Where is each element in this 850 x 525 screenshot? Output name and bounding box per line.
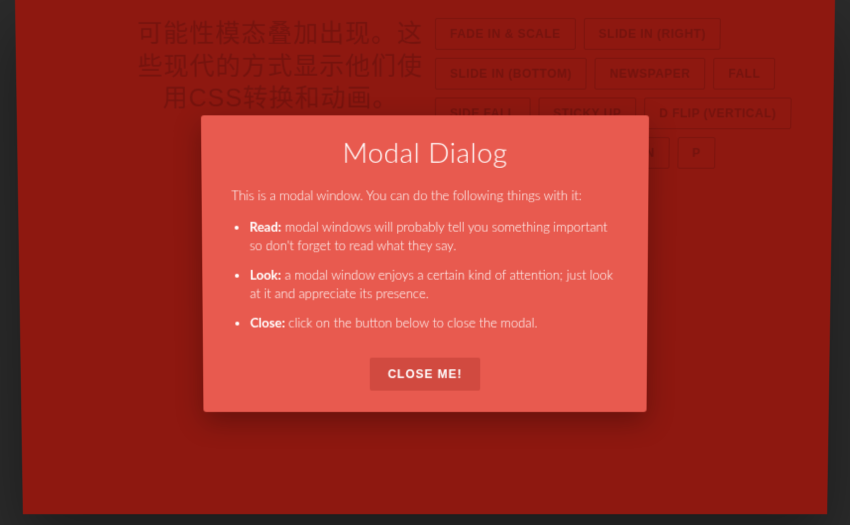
list-item: Close: click on the button below to clos… <box>250 313 618 332</box>
close-button[interactable]: CLOSE ME! <box>370 358 480 391</box>
list-item-label: Read: <box>249 218 281 234</box>
modal-intro: This is a modal window. You can do the f… <box>231 186 618 205</box>
list-item-text: click on the button below to close the m… <box>288 314 537 330</box>
modal-footer: CLOSE ME! <box>203 348 647 412</box>
modal-list: Read: modal windows will probably tell y… <box>232 217 619 332</box>
list-item-text: modal windows will probably tell you som… <box>250 218 608 253</box>
list-item-label: Close: <box>250 314 285 330</box>
list-item-label: Look: <box>250 266 281 282</box>
page-stage: 可能性模态叠加出现。这些现代的方式显示他们使用CSS转换和动画。 FADE IN… <box>15 0 835 514</box>
list-item: Read: modal windows will probably tell y… <box>249 217 618 255</box>
list-item-text: a modal window enjoys a certain kind of … <box>250 266 613 301</box>
modal-dialog: Modal Dialog This is a modal window. You… <box>201 115 649 412</box>
list-item: Look: a modal window enjoys a certain ki… <box>250 265 618 303</box>
modal-body: This is a modal window. You can do the f… <box>201 169 648 348</box>
modal-title: Modal Dialog <box>201 115 649 168</box>
